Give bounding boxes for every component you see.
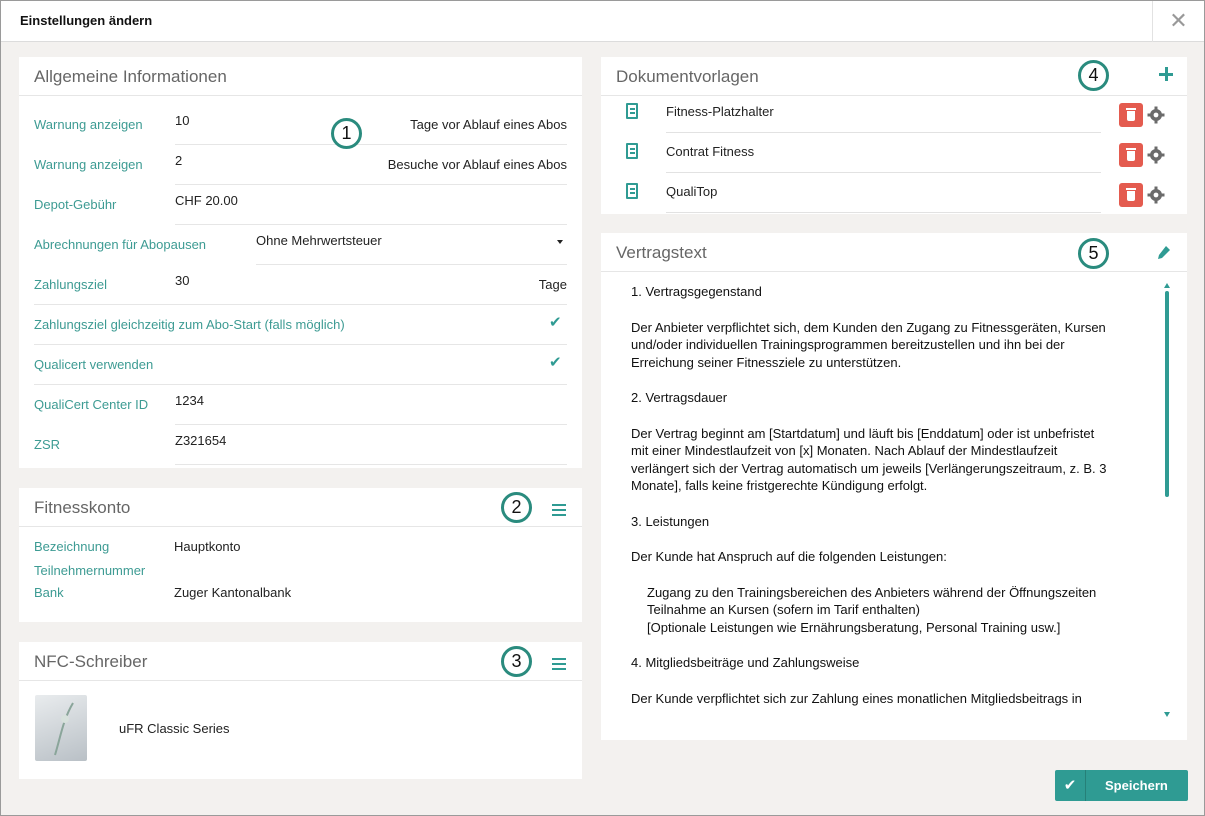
check-icon: ✔ xyxy=(1055,770,1086,801)
zsr-label: ZSR xyxy=(34,437,60,452)
account-panel: Fitnesskonto Bezeichnung Hauptkonto Teil… xyxy=(19,488,582,622)
contract-heading: 2. Vertragsdauer xyxy=(631,390,728,405)
payment-start-row: Zahlungsziel gleichzeitig zum Abo-Start … xyxy=(34,305,567,345)
marker-2: 2 xyxy=(501,492,532,523)
participant-label: Teilnehmernummer xyxy=(34,563,146,578)
contract-scrollbar[interactable] xyxy=(1163,283,1171,717)
dialog-titlebar: Einstellungen ändern ✕ xyxy=(1,1,1204,42)
save-button[interactable]: ✔ Speichern xyxy=(1055,770,1188,801)
bank-value: Zuger Kantonalbank xyxy=(174,585,292,600)
bank-label: Bank xyxy=(34,585,64,600)
contract-paragraph: Erreichung seiner Fitnessziele zu unters… xyxy=(631,354,902,370)
panel-title: Dokumentvorlagen xyxy=(616,67,759,86)
deposit-row: Depot-Gebühr CHF 20.00 xyxy=(34,185,567,225)
contract-paragraph: Monate], falls keine fristgerechte Kündi… xyxy=(631,478,928,493)
payment-start-label: Zahlungsziel gleichzeitig zum Abo-Start … xyxy=(34,317,345,332)
general-info-panel: Allgemeine Informationen Warnung anzeige… xyxy=(19,57,582,468)
add-template-icon[interactable] xyxy=(1159,67,1173,81)
marker-3: 3 xyxy=(501,646,532,677)
contract-paragraph: Der Kunde verpflichtet sich zur Zahlung … xyxy=(631,690,1082,706)
template-name[interactable]: Contrat Fitness xyxy=(666,143,1101,173)
warn-visits-suffix: Besuche vor Ablauf eines Abos xyxy=(387,157,567,172)
dialog-title: Einstellungen ändern xyxy=(20,13,153,28)
marker-5: 5 xyxy=(1078,238,1109,269)
contract-paragraph: Der Kunde hat Anspruch auf die folgenden… xyxy=(631,549,947,564)
payment-input[interactable]: 30 xyxy=(175,265,475,295)
document-icon xyxy=(626,103,638,119)
scroll-down-icon[interactable] xyxy=(1164,712,1170,717)
account-name-value: Hauptkonto xyxy=(174,539,241,554)
panel-title: Fitnesskonto xyxy=(34,498,131,517)
contract-text[interactable]: 1. Vertragsgegenstand Der Anbieter verpf… xyxy=(631,283,1151,707)
close-icon[interactable]: ✕ xyxy=(1152,1,1204,42)
zsr-row: ZSR Z321654 xyxy=(34,425,567,465)
center-id-input[interactable]: 1234 xyxy=(175,385,567,415)
trash-icon[interactable] xyxy=(1119,183,1143,207)
marker-1: 1 xyxy=(331,118,362,149)
contract-paragraph: und/oder individuellen Trainingsprogramm… xyxy=(631,337,1065,352)
document-icon xyxy=(626,143,638,159)
template-row: Contrat Fitness xyxy=(616,133,1172,173)
menu-icon[interactable] xyxy=(552,658,566,670)
edit-pencil-icon[interactable] xyxy=(1157,245,1171,261)
scroll-thumb[interactable] xyxy=(1165,291,1169,497)
payment-suffix: Tage xyxy=(538,277,567,292)
save-label: Speichern xyxy=(1105,778,1168,793)
panel-title: NFC-Schreiber xyxy=(34,652,148,671)
billing-label: Abrechnungen für Abopausen xyxy=(34,237,207,252)
template-name[interactable]: Fitness-Platzhalter xyxy=(666,103,1101,133)
contract-paragraph: verlängert sich der Vertrag automatisch … xyxy=(631,460,1107,476)
qualicert-row: Qualicert verwenden ✔ xyxy=(34,345,567,385)
center-id-row: QualiCert Center ID 1234 xyxy=(34,385,567,425)
gear-icon[interactable] xyxy=(1147,106,1165,124)
dropdown-caret-icon[interactable] xyxy=(557,240,563,244)
document-icon xyxy=(626,183,638,199)
template-name[interactable]: QualiTop xyxy=(666,183,1101,213)
payment-row: Zahlungsziel 30 Tage xyxy=(34,265,567,305)
warn-days-suffix: Tage vor Ablauf eines Abos xyxy=(410,117,567,132)
warn-visits-row: Warnung anzeigen 2 Besuche vor Ablauf ei… xyxy=(34,145,567,185)
panel-title: Allgemeine Informationen xyxy=(34,67,227,86)
trash-icon[interactable] xyxy=(1119,103,1143,127)
menu-icon[interactable] xyxy=(552,504,566,516)
panel-title: Vertragstext xyxy=(616,243,707,262)
nfc-panel: NFC-Schreiber uFR Classic Series xyxy=(19,642,582,779)
template-row: Fitness-Platzhalter xyxy=(616,93,1172,133)
billing-row: Abrechnungen für Abopausen Ohne Mehrwert… xyxy=(34,225,567,265)
zsr-input[interactable]: Z321654 xyxy=(175,425,567,455)
settings-dialog: Einstellungen ändern ✕ Allgemeine Inform… xyxy=(0,0,1205,816)
gear-icon[interactable] xyxy=(1147,186,1165,204)
contract-list-item: Zugang zu den Trainingsbereichen des Anb… xyxy=(647,584,1097,600)
qualicert-checkbox[interactable]: ✔ xyxy=(549,353,565,371)
payment-label: Zahlungsziel xyxy=(34,277,107,292)
contract-paragraph: Der Vertrag beginnt am [Startdatum] und … xyxy=(631,425,1095,441)
contract-list-item: Teilnahme an Kursen (sofern im Tarif ent… xyxy=(647,602,920,617)
qualicert-label: Qualicert verwenden xyxy=(34,357,154,372)
gear-icon[interactable] xyxy=(1147,146,1165,164)
contract-paragraph: mit einer Mindestlaufzeit von [x] Monate… xyxy=(631,443,1058,458)
contract-heading: 4. Mitgliedsbeiträge und Zahlungsweise xyxy=(631,655,860,670)
scroll-up-icon[interactable] xyxy=(1164,283,1170,288)
contract-list-item: [Optionale Leistungen wie Ernährungsbera… xyxy=(647,619,1061,635)
template-row: QualiTop xyxy=(616,173,1172,213)
nfc-device-name: uFR Classic Series xyxy=(119,721,230,736)
payment-start-checkbox[interactable]: ✔ xyxy=(549,313,565,331)
contract-heading: 3. Leistungen xyxy=(631,513,710,529)
contract-heading: 1. Vertragsgegenstand xyxy=(631,284,762,299)
warn-visits-label: Warnung anzeigen xyxy=(34,157,143,172)
marker-4: 4 xyxy=(1078,60,1109,91)
deposit-input[interactable]: CHF 20.00 xyxy=(175,185,567,215)
trash-icon[interactable] xyxy=(1119,143,1143,167)
deposit-label: Depot-Gebühr xyxy=(34,197,117,212)
center-id-label: QualiCert Center ID xyxy=(34,397,149,412)
warn-days-row: Warnung anzeigen 10 Tage vor Ablauf eine… xyxy=(34,105,567,145)
account-name-label: Bezeichnung xyxy=(34,539,110,554)
billing-select[interactable]: Ohne Mehrwertsteuer xyxy=(256,225,546,255)
warn-days-label: Warnung anzeigen xyxy=(34,117,143,132)
contract-paragraph: Der Anbieter verpflichtet sich, dem Kund… xyxy=(631,319,1106,335)
nfc-reader-image xyxy=(35,695,87,761)
